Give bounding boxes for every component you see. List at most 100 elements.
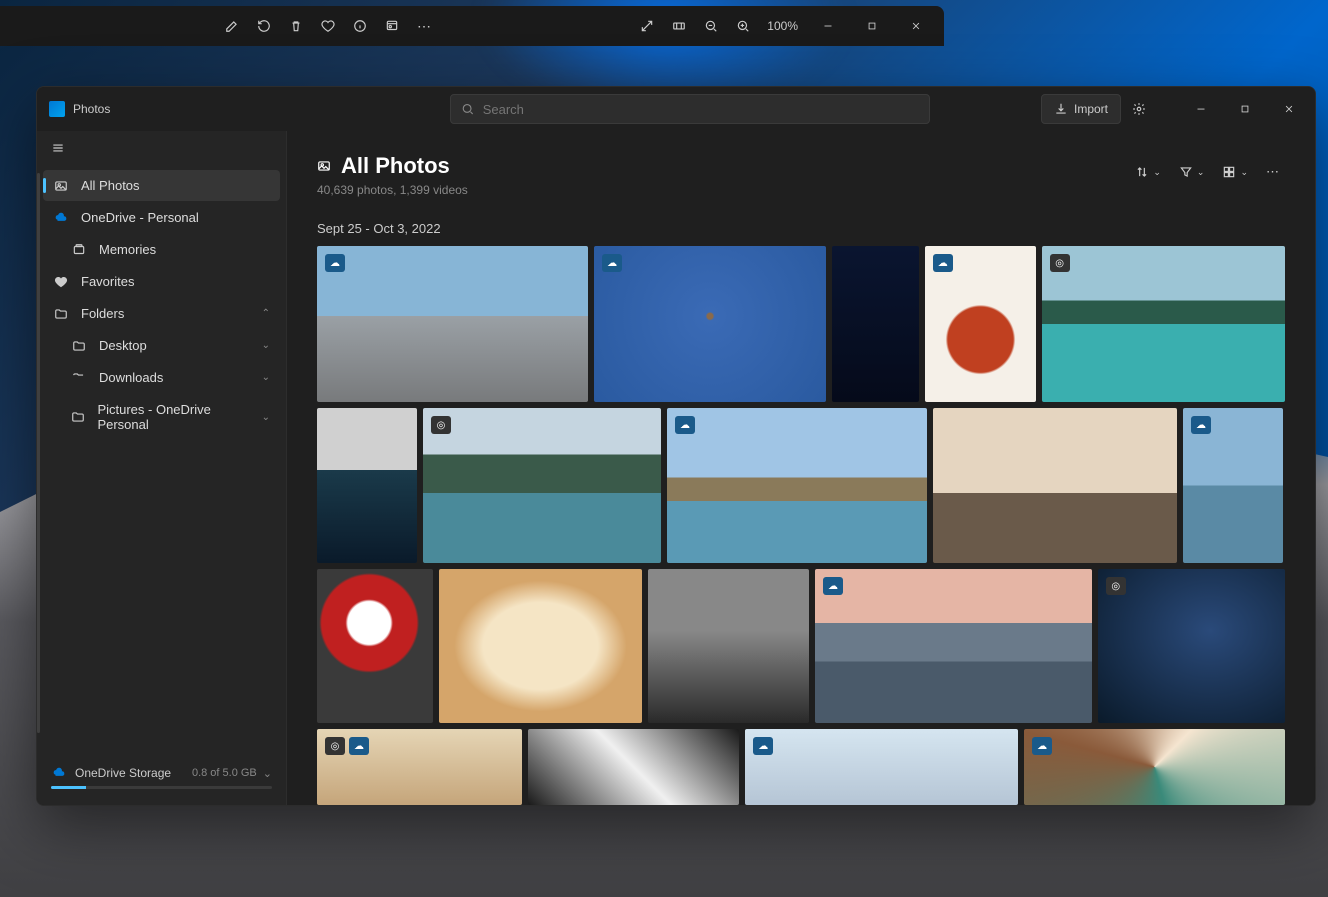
photo-thumbnail[interactable]: ☁ [745, 729, 1018, 805]
import-icon [1054, 102, 1068, 116]
rotate-icon[interactable] [250, 12, 278, 40]
sidebar-label: Desktop [99, 338, 147, 353]
zoom-level: 100% [767, 19, 798, 33]
page-subtitle: 40,639 photos, 1,399 videos [317, 183, 468, 197]
live-badge-icon: ◎ [1050, 254, 1070, 272]
folder-icon [53, 307, 69, 321]
photo-viewer-window-titlebar: ⋯ 100% [0, 6, 944, 46]
sidebar-label: All Photos [81, 178, 140, 193]
print-icon[interactable] [378, 12, 406, 40]
page-title: All Photos [341, 153, 450, 179]
sidebar-scrollbar[interactable] [37, 173, 40, 733]
photo-thumbnail[interactable]: ☁ [317, 246, 588, 402]
photo-thumbnail[interactable] [648, 569, 809, 723]
photo-thumbnail[interactable]: ☁ [1024, 729, 1285, 805]
maximize-button[interactable] [852, 11, 892, 41]
sidebar-item-folder-downloads[interactable]: Downloads ⌄ [43, 362, 280, 393]
photo-thumbnail[interactable]: ◎ [1042, 246, 1285, 402]
photo-thumbnail[interactable]: ◎ [1098, 569, 1285, 723]
cloud-badge-icon: ☁ [602, 254, 622, 272]
filter-button[interactable]: ⌄ [1173, 157, 1211, 187]
favorite-icon[interactable] [314, 12, 342, 40]
close-button[interactable] [1269, 94, 1309, 124]
chevron-down-icon: ⌄ [262, 412, 270, 423]
zoom-in-icon[interactable] [729, 12, 757, 40]
cloud-badge-icon: ☁ [349, 737, 369, 755]
live-badge-icon: ◎ [1106, 577, 1126, 595]
photo-grid: ☁ ☁ ☁ ◎ ◎ ☁ ☁ ☁ ◎ [287, 246, 1315, 805]
photo-thumbnail[interactable]: ◎ [423, 408, 661, 563]
minimize-button[interactable] [1181, 94, 1221, 124]
photo-thumbnail[interactable]: ☁ [925, 246, 1036, 402]
cloud-badge-icon: ☁ [675, 416, 695, 434]
sidebar-item-favorites[interactable]: Favorites [43, 266, 280, 297]
search-input[interactable] [450, 94, 930, 124]
cloud-badge-icon: ☁ [933, 254, 953, 272]
date-range-header: Sept 25 - Oct 3, 2022 [287, 205, 1315, 246]
info-icon[interactable] [346, 12, 374, 40]
search-icon [461, 102, 474, 116]
more-icon[interactable]: ⋯ [410, 12, 438, 40]
chevron-down-icon: ⌄ [262, 340, 270, 351]
zoom-out-icon[interactable] [697, 12, 725, 40]
photo-thumbnail[interactable] [317, 569, 433, 723]
titlebar: Photos Import [37, 87, 1315, 131]
live-badge-icon: ◎ [325, 737, 345, 755]
gallery-icon [53, 179, 69, 193]
sort-button[interactable]: ⌄ [1129, 157, 1167, 187]
folder-icon [71, 371, 87, 385]
minimize-button[interactable] [808, 11, 848, 41]
layout-button[interactable]: ⌄ [1216, 157, 1254, 187]
photo-thumbnail[interactable]: ☁ [815, 569, 1092, 723]
photo-thumbnail[interactable] [439, 569, 642, 723]
hamburger-icon[interactable] [37, 131, 286, 170]
edit-icon[interactable] [218, 12, 246, 40]
maximize-button[interactable] [1225, 94, 1265, 124]
sidebar: All Photos OneDrive - Personal Memories … [37, 131, 287, 805]
storage-label: OneDrive Storage [75, 766, 171, 780]
sidebar-item-folder-pictures[interactable]: Pictures - OneDrive Personal ⌄ [43, 394, 280, 440]
search-field[interactable] [483, 102, 920, 117]
cloud-badge-icon: ☁ [1191, 416, 1211, 434]
sidebar-label: Downloads [99, 370, 163, 385]
more-button[interactable]: ⋯ [1260, 157, 1285, 187]
fullscreen-icon[interactable] [633, 12, 661, 40]
photo-thumbnail[interactable] [528, 729, 739, 805]
photo-thumbnail[interactable] [317, 408, 417, 563]
onedrive-icon [53, 211, 69, 225]
delete-icon[interactable] [282, 12, 310, 40]
sidebar-item-onedrive[interactable]: OneDrive - Personal [43, 202, 280, 233]
chevron-down-icon: ⌄ [262, 372, 270, 383]
photo-thumbnail[interactable]: ☁ [1183, 408, 1283, 563]
onedrive-icon [51, 766, 67, 780]
import-label: Import [1074, 102, 1108, 116]
chevron-down-icon[interactable]: ⌄ [263, 767, 272, 780]
photo-thumbnail[interactable] [832, 246, 919, 402]
sidebar-item-folders[interactable]: Folders ⌃ [43, 298, 280, 329]
close-button[interactable] [896, 11, 936, 41]
sidebar-label: Pictures - OneDrive Personal [97, 402, 249, 432]
app-title: Photos [73, 102, 110, 116]
photo-thumbnail[interactable]: ☁ [667, 408, 927, 563]
photo-thumbnail[interactable] [933, 408, 1177, 563]
sidebar-item-memories[interactable]: Memories [43, 234, 280, 265]
photo-thumbnail[interactable]: ◎☁ [317, 729, 522, 805]
sidebar-item-all-photos[interactable]: All Photos [43, 170, 280, 201]
storage-indicator: OneDrive Storage 0.8 of 5.0 GB⌄ [37, 754, 286, 805]
folder-icon [71, 410, 85, 424]
app-icon [49, 101, 65, 117]
sidebar-label: Memories [99, 242, 156, 257]
filter-icon [1179, 165, 1193, 179]
filmstrip-icon[interactable] [665, 12, 693, 40]
main-content: All Photos 40,639 photos, 1,399 videos ⌄… [287, 131, 1315, 805]
sort-icon [1135, 165, 1149, 179]
sidebar-label: Folders [81, 306, 124, 321]
photo-thumbnail[interactable]: ☁ [594, 246, 826, 402]
cloud-badge-icon: ☁ [823, 577, 843, 595]
heart-icon [53, 275, 69, 289]
sidebar-item-folder-desktop[interactable]: Desktop ⌄ [43, 330, 280, 361]
import-button[interactable]: Import [1041, 94, 1121, 124]
storage-bar [51, 786, 272, 789]
settings-icon[interactable] [1125, 95, 1153, 123]
cloud-badge-icon: ☁ [753, 737, 773, 755]
